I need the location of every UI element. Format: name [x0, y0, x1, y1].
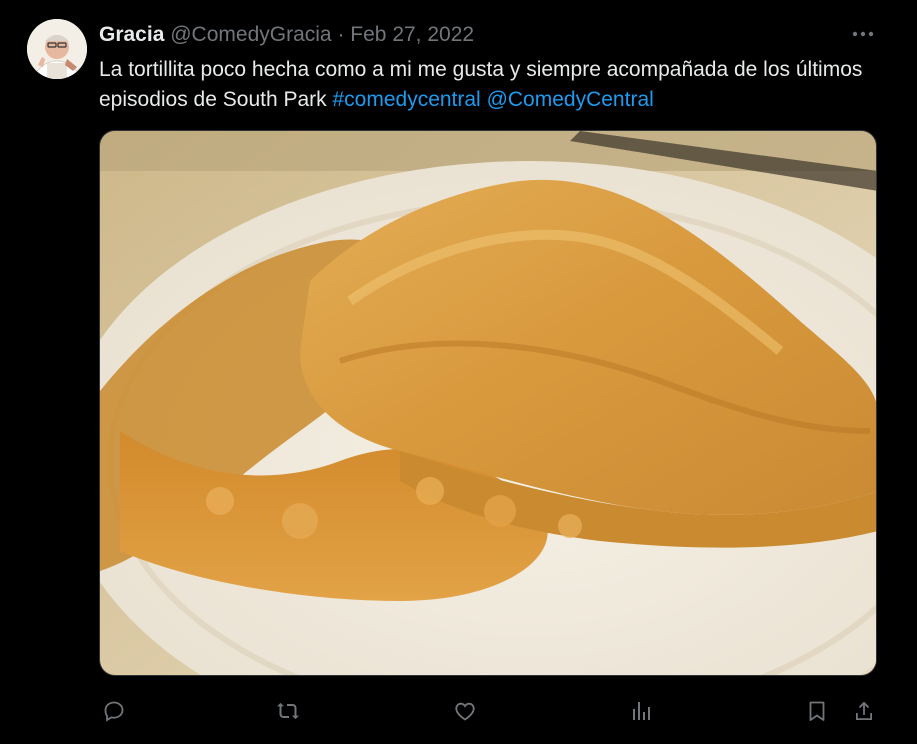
- author-handle[interactable]: @ComedyGracia: [170, 23, 331, 46]
- avatar[interactable]: [27, 19, 87, 79]
- bookmark-icon[interactable]: [802, 696, 832, 726]
- tweet-text-body: La tortillita poco hecha como a mi me gu…: [99, 58, 863, 111]
- author-name[interactable]: Gracia: [99, 23, 164, 46]
- mention-link[interactable]: @ComedyCentral: [487, 88, 654, 111]
- tortilla-photo: [100, 131, 876, 675]
- tweet-header: Gracia @ComedyGracia · Feb 27, 2022: [99, 22, 474, 48]
- separator-dot: ·: [337, 23, 345, 46]
- tweet-text: La tortillita poco hecha como a mi me gu…: [99, 55, 879, 115]
- tweet-photo[interactable]: [99, 130, 877, 676]
- hashtag-link[interactable]: #comedycentral: [332, 88, 480, 111]
- share-icon[interactable]: [849, 696, 879, 726]
- retweet-icon[interactable]: [273, 696, 303, 726]
- more-horizontal-icon[interactable]: [851, 24, 875, 44]
- reply-icon[interactable]: [99, 696, 129, 726]
- tweet-date[interactable]: Feb 27, 2022: [350, 23, 474, 46]
- tweet: Gracia @ComedyGracia · Feb 27, 2022 La t…: [0, 0, 917, 744]
- like-icon[interactable]: [450, 696, 480, 726]
- tweet-actions: [99, 696, 879, 726]
- views-icon[interactable]: [626, 696, 656, 726]
